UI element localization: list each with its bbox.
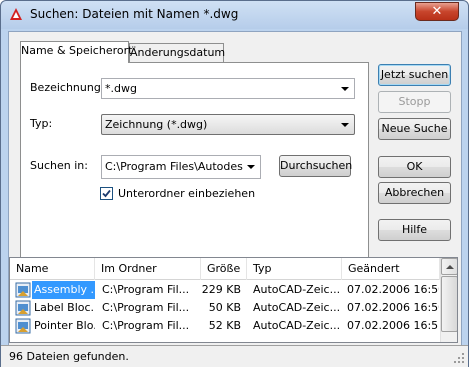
- dwg-file-icon: [15, 318, 31, 334]
- name-value: *.dwg: [105, 82, 137, 95]
- cell-name: Label Bloc...: [34, 301, 95, 314]
- cell-size: 52 KB: [208, 319, 241, 332]
- column-header-size[interactable]: Größe: [201, 258, 247, 280]
- resize-grip-icon[interactable]: [454, 353, 465, 364]
- vertical-scrollbar[interactable]: [440, 258, 457, 342]
- search-dialog: Suchen: Dateien mit Namen *.dwg ✕ Name &…: [0, 0, 469, 367]
- cell-folder: C:\Program Fil...: [102, 319, 190, 332]
- cell-modified: 07.02.2006 16:51: [347, 319, 439, 332]
- cell-name: Assembly ...: [32, 281, 95, 299]
- table-row[interactable]: Pointer Blo... C:\Program Fil... 52 KB A…: [10, 317, 440, 335]
- status-text: 96 Dateien gefunden.: [9, 350, 129, 363]
- subfolders-checkbox[interactable]: [100, 187, 113, 200]
- scroll-up-icon[interactable]: [441, 258, 457, 275]
- tab-modified-date[interactable]: Änderungsdatum: [129, 43, 226, 63]
- tab-name-location[interactable]: Name & Speicherort: [20, 41, 133, 63]
- cell-size: 229 KB: [201, 283, 241, 296]
- name-combobox[interactable]: *.dwg: [101, 78, 355, 99]
- cell-size: 50 KB: [208, 301, 241, 314]
- cancel-button[interactable]: Abbrechen: [378, 182, 451, 204]
- cell-modified: 07.02.2006 16:50: [347, 283, 439, 296]
- tab-panel: Bezeichnung: *.dwg Typ: Zeichnung (*.dwg…: [20, 62, 369, 270]
- cell-name: Pointer Blo...: [34, 319, 95, 332]
- tab-label: Name & Speicherort: [21, 44, 133, 57]
- look-in-value: C:\Program Files\Autodesk\A: [105, 160, 243, 173]
- checkmark-icon: [102, 189, 111, 198]
- suchen-in-label: Suchen in:: [30, 159, 88, 172]
- column-header-folder[interactable]: Im Ordner: [95, 258, 201, 280]
- cell-type: AutoCAD-Zeic...: [253, 283, 339, 296]
- chevron-down-icon[interactable]: [341, 87, 349, 91]
- column-header-modified[interactable]: Geändert: [342, 258, 440, 280]
- cell-type: AutoCAD-Zeic...: [253, 319, 339, 332]
- table-row[interactable]: Label Bloc... C:\Program Fil... 50 KB Au…: [10, 299, 440, 317]
- cell-folder: C:\Program Fil...: [102, 301, 190, 314]
- table-row[interactable]: Assembly ... C:\Program Fil... 229 KB Au…: [10, 281, 440, 299]
- new-search-button[interactable]: Neue Suche: [378, 118, 451, 140]
- type-dropdown[interactable]: Zeichnung (*.dwg): [101, 114, 355, 135]
- status-bar: 96 Dateien gefunden.: [1, 345, 468, 367]
- tab-label: Änderungsdatum: [130, 46, 226, 59]
- typ-label: Typ:: [30, 117, 53, 130]
- dwg-file-icon: [15, 282, 31, 298]
- type-value: Zeichnung (*.dwg): [105, 118, 208, 131]
- chevron-down-icon[interactable]: [341, 123, 349, 127]
- look-in-combobox[interactable]: C:\Program Files\Autodesk\A: [101, 155, 261, 179]
- autocad-icon: [10, 8, 22, 20]
- chevron-down-icon[interactable]: [247, 165, 255, 169]
- help-button[interactable]: Hilfe: [378, 219, 451, 241]
- scrollbar-thumb[interactable]: [441, 276, 457, 332]
- subfolders-label: Unterordner einbeziehen: [118, 187, 256, 200]
- search-now-button[interactable]: Jetzt suchen: [378, 64, 451, 86]
- stop-button[interactable]: Stopp: [378, 91, 451, 113]
- cell-folder: C:\Program Fil...: [102, 283, 190, 296]
- cell-type: AutoCAD-Zeic...: [253, 301, 339, 314]
- browse-button[interactable]: Durchsuchen: [279, 155, 352, 177]
- close-icon: ✕: [431, 4, 443, 19]
- results-list[interactable]: Name Im Ordner Größe Typ Geändert Assemb…: [9, 257, 458, 343]
- results-header: Name Im Ordner Größe Typ Geändert: [10, 258, 440, 280]
- dwg-file-icon: [15, 300, 31, 316]
- column-header-name[interactable]: Name: [10, 258, 95, 280]
- title-bar[interactable]: Suchen: Dateien mit Namen *.dwg ✕: [1, 1, 468, 29]
- column-header-type[interactable]: Typ: [247, 258, 342, 280]
- window-title: Suchen: Dateien mit Namen *.dwg: [30, 7, 239, 21]
- close-button[interactable]: ✕: [415, 2, 459, 21]
- ok-button[interactable]: OK: [378, 156, 451, 178]
- bezeichnung-label: Bezeichnung:: [30, 81, 105, 94]
- cell-modified: 07.02.2006 16:50: [347, 301, 439, 314]
